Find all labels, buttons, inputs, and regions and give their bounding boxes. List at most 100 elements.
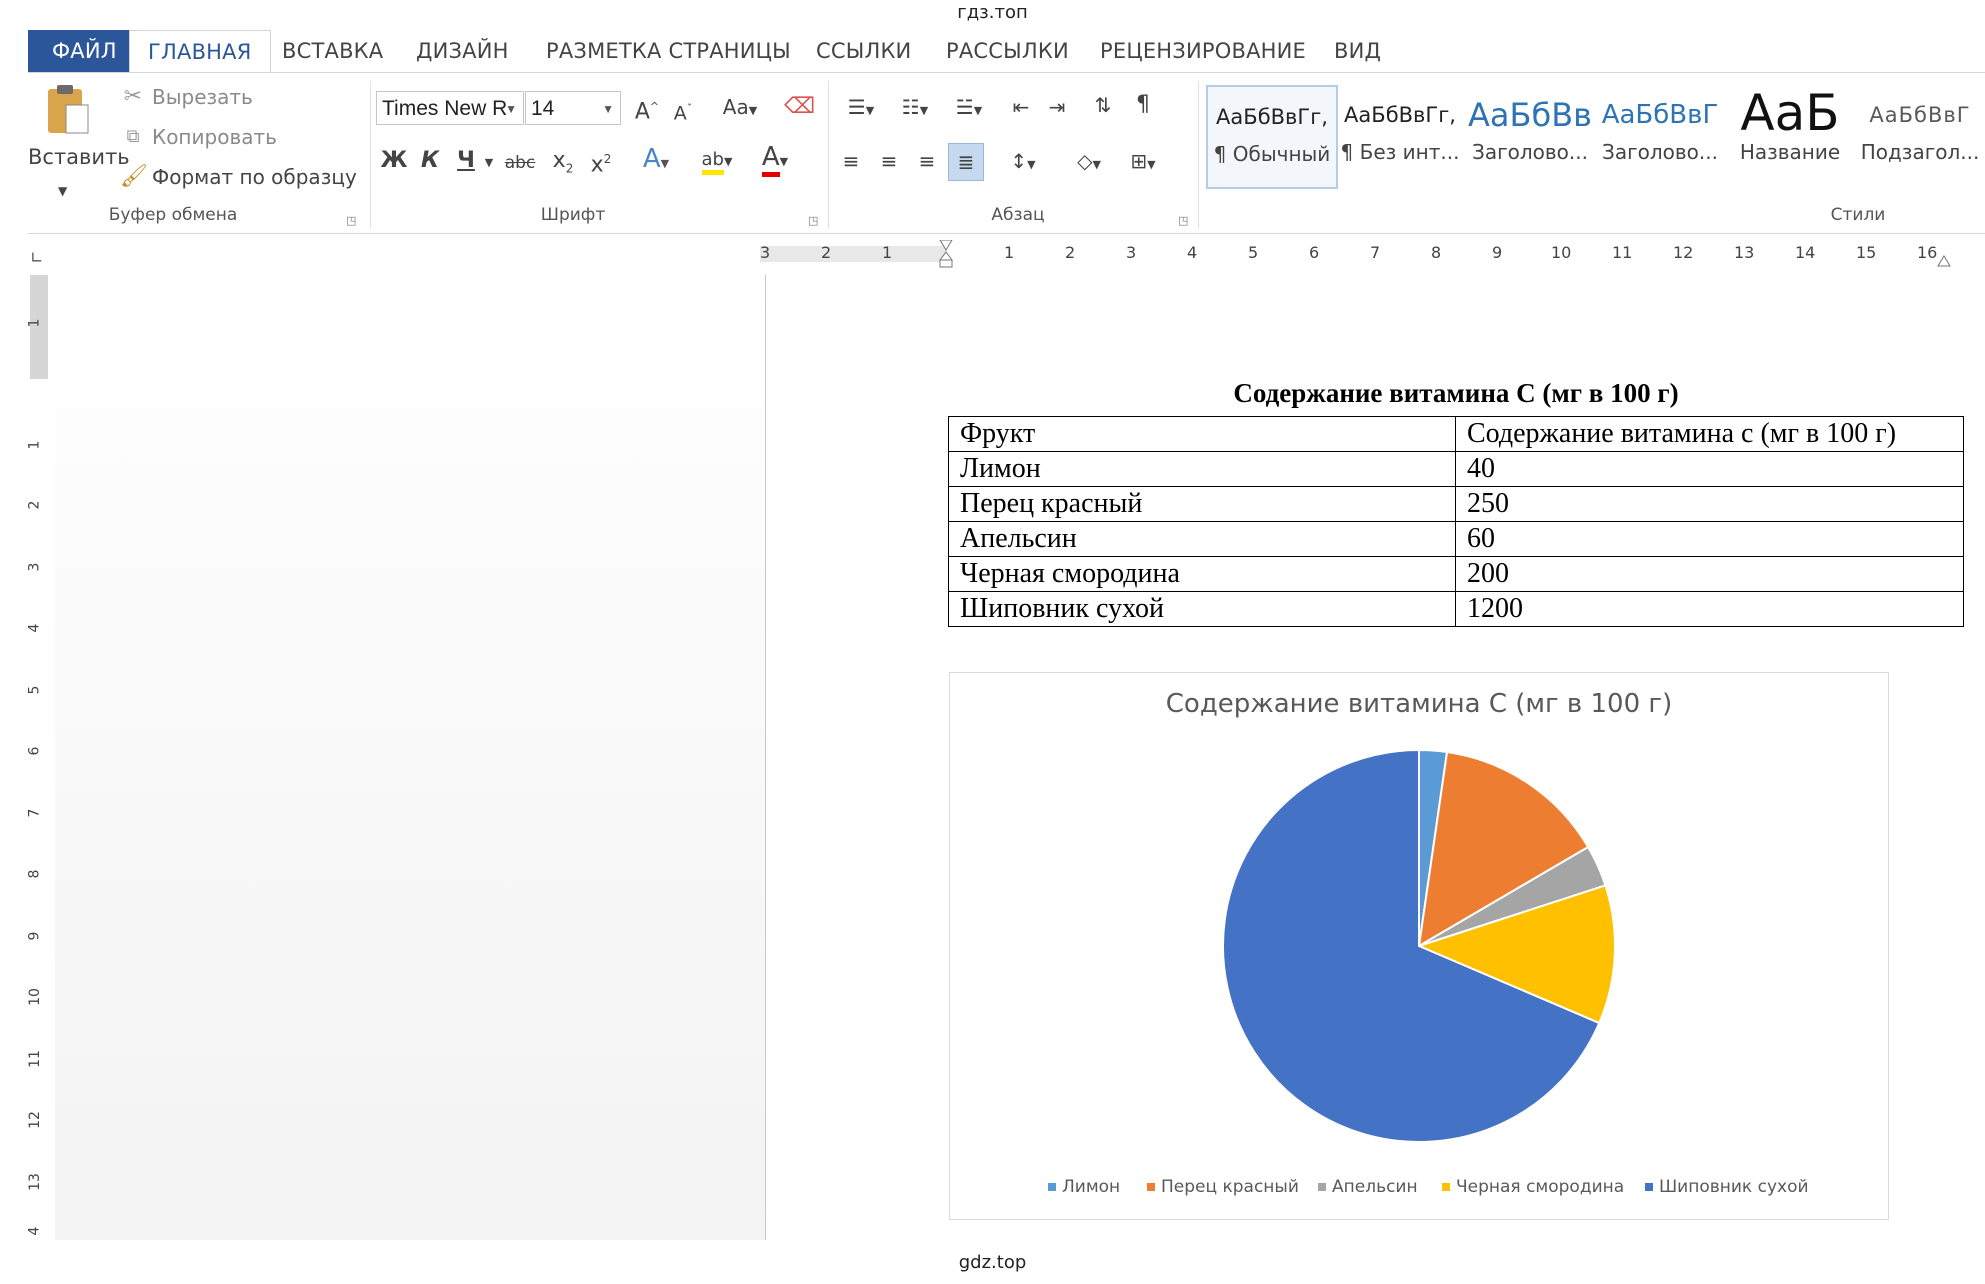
tab-view[interactable]: ВИД [1334,30,1381,72]
horizontal-ruler[interactable]: 3 2 1 1 2 3 4 5 6 7 8 9 10 11 12 13 14 1… [760,240,1970,268]
table-cell[interactable]: 60 [1455,521,1964,557]
style-heading-2[interactable]: АаБбВвГ Заголово... [1596,85,1724,185]
style-subtitle[interactable]: АаБбВвГ Подзагол... [1856,85,1984,185]
vitamin-table[interactable]: Фрукт Содержание витамина с (мг в 100 г)… [948,416,1964,627]
cut-button[interactable]: Вырезать [152,85,253,109]
style-name: ¶ Обычный [1213,142,1331,166]
tab-mailings[interactable]: РАССЫЛКИ [946,30,1069,72]
align-left-icon[interactable]: ≡ [836,147,866,175]
table-cell[interactable]: Черная смородина [948,556,1456,592]
ruler-mark: 9 [1492,243,1503,262]
dialog-launcher-icon[interactable]: ◳ [1178,207,1188,235]
table-cell[interactable]: 250 [1455,486,1964,522]
underline-button[interactable]: Ч [452,147,480,175]
superscript-icon[interactable]: x2 [586,145,616,179]
table-row: Перец красный 250 [948,486,1964,522]
ruler-mark: 1 [26,440,43,450]
table-cell[interactable]: 200 [1455,556,1964,592]
tab-insert[interactable]: ВСТАВКА [282,30,383,72]
separator [370,81,371,229]
legend-swatch [1442,1183,1450,1191]
table-cell[interactable]: Фрукт [948,416,1456,452]
table-cell[interactable]: Лимон [948,451,1456,487]
table-cell[interactable]: Апельсин [948,521,1456,557]
ruler-mark: 15 [1856,243,1877,262]
text-effects-icon[interactable]: A▼ [636,145,676,178]
ruler-mark: 5 [26,685,43,695]
legend-swatch [1048,1183,1056,1191]
table-cell[interactable]: Шиповник сухой [948,591,1456,627]
font-size-value: 14 [531,97,555,120]
font-size-combo[interactable]: 14 ▼ [525,91,621,125]
bullets-icon[interactable]: ☰▼ [836,93,886,125]
copy-icon: ⧉ [126,126,140,147]
align-center-icon[interactable]: ≡ [874,147,904,175]
ruler-mark: 2 [26,500,43,510]
vertical-ruler[interactable]: 1 1 2 3 4 5 6 7 8 9 10 11 12 13 4 [26,275,50,1240]
clipboard-icon [48,85,89,134]
font-name-value: Times New R [382,97,508,120]
shading-icon[interactable]: ◇▼ [1064,147,1114,179]
dialog-launcher-icon[interactable]: ◳ [346,207,356,235]
paragraph-group-label: Абзац [991,205,1045,225]
chevron-down-icon: ▼ [505,102,517,116]
align-right-icon[interactable]: ≡ [912,147,942,175]
font-color-icon[interactable]: A▼ [750,142,800,177]
table-row: Апельсин 60 [948,521,1964,557]
ruler-mark: 9 [26,931,43,941]
tab-design[interactable]: ДИЗАЙН [416,30,509,72]
table-cell[interactable]: Перец красный [948,486,1456,522]
numbering-icon[interactable]: ☷▼ [890,93,940,125]
tab-page-layout[interactable]: РАЗМЕТКА СТРАНИЦЫ [546,30,791,72]
paste-dropdown-icon[interactable]: ▼ [58,177,67,205]
style-normal[interactable]: АаБбВвГг, ¶ Обычный [1206,85,1338,189]
watermark-top: гдз.топ [957,2,1028,23]
show-formatting-icon[interactable]: ¶ [1128,91,1158,119]
multilevel-list-icon[interactable]: ☱▼ [944,93,994,125]
style-sample: АаБбВвГ [1601,100,1719,130]
style-name: Заголово... [1602,140,1718,164]
ruler-mark: 2 [821,243,832,262]
format-painter-button[interactable]: Формат по образцу [152,165,357,189]
style-name: Заголово... [1472,140,1588,164]
document-title[interactable]: Содержание витамина С (мг в 100 г) [948,378,1964,409]
sort-icon[interactable]: ⇅ [1088,91,1118,119]
clear-format-icon[interactable]: ⌫ [784,93,815,121]
decrease-indent-icon[interactable]: ⇤ [1006,93,1036,121]
increase-indent-icon[interactable]: ⇥ [1042,93,1072,121]
tab-review[interactable]: РЕЦЕНЗИРОВАНИЕ [1100,30,1306,72]
table-cell[interactable]: Содержание витамина с (мг в 100 г) [1455,416,1964,452]
chevron-down-icon[interactable]: ▼ [482,149,496,177]
borders-icon[interactable]: ⊞▼ [1118,147,1168,179]
style-heading-1[interactable]: АаБбВв Заголово... [1466,85,1594,185]
change-case-icon[interactable]: Aa▼ [716,93,764,125]
document-margin-area [55,275,766,1240]
ruler-mark: 3 [760,243,771,262]
copy-button[interactable]: Копировать [152,125,277,149]
tab-selector-icon[interactable]: ∟ [30,248,43,267]
tab-references[interactable]: ССЫЛКИ [816,30,911,72]
grow-font-icon[interactable]: A^ [632,93,662,126]
shrink-font-icon[interactable]: Aˇ [668,95,698,127]
justify-icon[interactable]: ≣ [948,143,984,181]
line-spacing-icon[interactable]: ↕▼ [1000,147,1046,179]
table-cell[interactable]: 40 [1455,451,1964,487]
dialog-launcher-icon[interactable]: ◳ [808,207,818,235]
strikethrough-button[interactable]: abc [500,149,540,177]
pie-chart-plot [1222,748,1616,1143]
bold-button[interactable]: Ж [380,147,408,175]
paste-button[interactable] [46,83,92,137]
legend-label: Лимон [1062,1177,1121,1197]
pie-chart[interactable]: Содержание витамина С (мг в 100 г) Лимон… [949,672,1889,1220]
highlight-icon[interactable]: ab▼ [692,145,742,176]
font-name-combo[interactable]: Times New R ▼ [376,91,524,125]
table-cell[interactable]: 1200 [1455,591,1964,627]
tab-home[interactable]: ГЛАВНАЯ [129,30,271,73]
tab-file[interactable]: ФАЙЛ [28,30,141,72]
italic-button[interactable]: К [416,147,444,175]
paste-label[interactable]: Вставить [28,145,130,169]
style-no-spacing[interactable]: АаБбВвГг, ¶ Без инт... [1336,85,1464,185]
subscript-icon[interactable]: x2 [548,147,578,182]
legend-swatch [1147,1183,1155,1191]
style-title[interactable]: АаБ Название [1726,85,1854,185]
